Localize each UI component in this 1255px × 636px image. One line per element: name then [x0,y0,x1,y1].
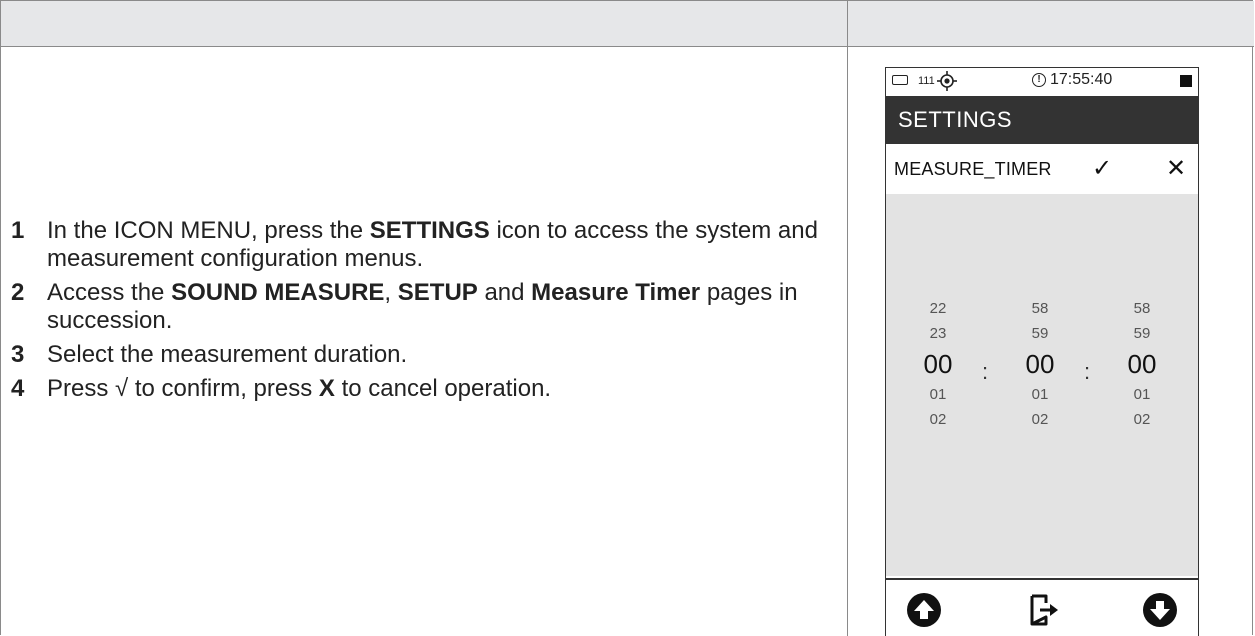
status-time: ! 17:55:40 [1032,71,1112,89]
picker-value: 02 [1031,411,1049,428]
picker-value: 01 [1133,386,1151,403]
picker-value: 02 [1133,411,1151,428]
column-divider [847,1,848,636]
step-item: 3 Select the measurement duration. [11,341,831,369]
step-text: Press √ to confirm, press [47,375,319,402]
step-number: 2 [11,279,25,306]
table-header-row [1,1,1254,47]
picker-value: 02 [929,411,947,428]
step-text: and [477,279,532,306]
picker-value: 23 [929,325,947,342]
battery-icon [892,75,908,85]
step-item: 4 Press √ to confirm, press X to cancel … [11,375,831,403]
instruction-table: 1 In the ICON MENU, press the SETTINGS i… [0,0,1254,636]
step-text: to cancel operation. [334,375,552,402]
hours-wheel[interactable]: 22 23 00 01 02 [908,296,968,432]
step-text: In the ICON MENU, press the [47,217,370,244]
seconds-wheel[interactable]: 58 59 00 01 02 [1112,296,1172,432]
option-label: MEASURE_TIMER [894,159,1052,179]
exit-icon[interactable] [1026,592,1062,633]
cancel-button[interactable]: ✕ [1166,144,1186,194]
step-number: 4 [11,375,25,402]
time-picker: 22 23 00 01 02 : 58 59 00 01 02 : 58 59 … [886,194,1198,576]
time-text: 17:55:40 [1050,71,1113,88]
step-bold: SOUND MEASURE [171,279,385,306]
signal-indicator: 111 [918,75,935,87]
picker-separator: : [1084,359,1091,384]
device-screen: 111 ! 17:55:40 SETTINGS MEASURE_TIMER ✓ [885,67,1199,636]
bottom-nav-bar [886,578,1198,636]
down-arrow-icon[interactable] [1142,592,1178,633]
status-bar: 111 ! 17:55:40 [886,68,1198,96]
step-bold: SETUP [397,279,478,306]
step-item: 1 In the ICON MENU, press the SETTINGS i… [11,217,831,273]
step-item: 2 Access the SOUND MEASURE, SETUP and Me… [11,279,831,335]
picker-value: 58 [1031,300,1049,317]
step-number: 1 [11,217,25,244]
picker-value: 22 [929,300,947,317]
picker-selected-value: 00 [923,349,953,379]
alert-icon: ! [1032,72,1046,87]
step-text: Access the [47,279,172,306]
picker-value: 59 [1133,325,1151,342]
step-bold: SETTINGS [369,217,490,244]
step-bold: X [318,375,335,402]
picker-value: 59 [1031,325,1049,342]
confirm-button[interactable]: ✓ [1092,144,1112,194]
page-title: SETTINGS [886,96,1198,144]
up-arrow-icon[interactable] [906,592,942,633]
picker-selected-value: 00 [1127,349,1157,379]
picker-separator: : [982,359,989,384]
step-text: , [384,279,398,306]
picker-value: 01 [929,386,947,403]
steps-list: 1 In the ICON MENU, press the SETTINGS i… [11,217,831,409]
option-bar: MEASURE_TIMER ✓ ✕ [886,144,1198,194]
gps-icon [936,70,958,97]
step-bold: Measure Timer [531,279,701,306]
picker-value: 58 [1133,300,1151,317]
picker-value: 01 [1031,386,1049,403]
picker-selected-value: 00 [1025,349,1055,379]
step-number: 3 [11,341,25,368]
minutes-wheel[interactable]: 58 59 00 01 02 [1010,296,1070,432]
step-text: Select the measurement duration. [47,341,408,368]
record-stop-icon [1180,75,1192,87]
